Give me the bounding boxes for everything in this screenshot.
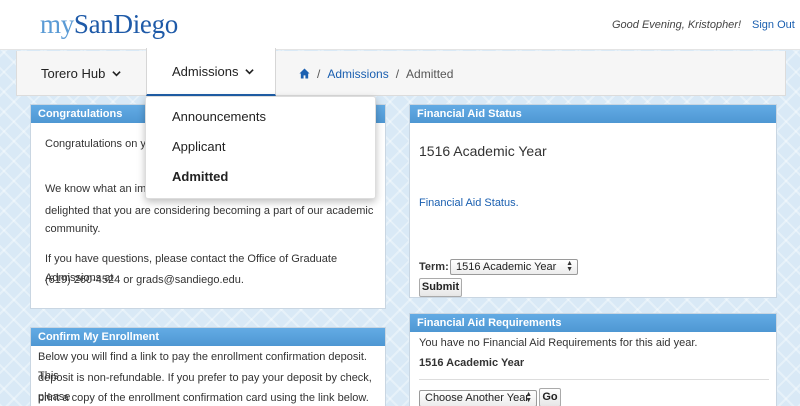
requirements-year: 1516 Academic Year: [419, 357, 525, 369]
choose-year-select-value: Choose Another Year: [425, 392, 529, 404]
congrats-line: Congratulations on you: [45, 138, 159, 150]
admissions-dropdown-menu: Announcements Applicant Admitted: [145, 96, 376, 199]
nav-torero-hub[interactable]: Torero Hub: [41, 51, 121, 96]
main-navbar: Torero Hub Admissions / Admissions / Adm…: [16, 48, 786, 96]
select-arrows-icon: ▲ ▼: [566, 260, 573, 273]
nav-admissions[interactable]: Admissions: [146, 48, 276, 96]
choose-year-select[interactable]: Choose Another Year ▲ ▼: [419, 390, 537, 406]
financial-aid-status-header: Financial Aid Status: [410, 105, 776, 123]
congrats-line: delighted that you are considering becom…: [45, 205, 374, 217]
nav-torero-hub-label: Torero Hub: [41, 66, 106, 81]
nav-admissions-label: Admissions: [172, 63, 239, 79]
top-header: mySanDiego Good Evening, Kristopher! Sig…: [0, 0, 800, 50]
sign-out-link[interactable]: Sign Out: [752, 19, 795, 31]
financial-aid-requirements-header: Financial Aid Requirements: [410, 314, 776, 332]
aid-year-heading: 1516 Academic Year: [419, 143, 547, 159]
confirm-line: print a copy of the enrollment confirmat…: [38, 392, 369, 404]
breadcrumb: / Admissions / Admitted: [299, 51, 453, 96]
congrats-line: community.: [45, 223, 101, 235]
financial-aid-requirements-panel: Financial Aid Requirements You have no F…: [409, 313, 777, 406]
confirm-enrollment-panel: Confirm My Enrollment Below you will fin…: [30, 327, 386, 406]
requirements-message: You have no Financial Aid Requirements f…: [419, 337, 698, 349]
breadcrumb-current: Admitted: [406, 66, 454, 81]
term-select[interactable]: 1516 Academic Year ▲ ▼: [450, 259, 578, 275]
greeting-text: Good Evening, Kristopher!: [612, 19, 742, 31]
breadcrumb-separator: /: [395, 66, 400, 81]
breadcrumb-separator: /: [317, 66, 321, 81]
menu-item-announcements[interactable]: Announcements: [172, 109, 266, 124]
breadcrumb-admissions-link[interactable]: Admissions: [327, 67, 388, 81]
select-arrows-icon: ▲ ▼: [525, 391, 532, 404]
go-button[interactable]: Go: [539, 388, 561, 406]
financial-aid-status-panel: Financial Aid Status 1516 Academic Year …: [409, 104, 777, 298]
term-select-value: 1516 Academic Year: [456, 261, 557, 273]
confirm-enrollment-header: Confirm My Enrollment: [31, 328, 385, 346]
congrats-line: We know what an impo: [45, 183, 159, 195]
term-label: Term:: [419, 261, 449, 273]
chevron-down-icon: [112, 71, 121, 77]
home-icon[interactable]: [299, 68, 310, 79]
submit-button[interactable]: Submit: [419, 278, 462, 297]
logo-sandiego: SanDiego: [73, 9, 178, 39]
congrats-line: (619) 260-4524 or grads@sandiego.edu.: [45, 274, 244, 286]
logo-my: my: [40, 9, 74, 39]
menu-item-applicant[interactable]: Applicant: [172, 139, 225, 154]
divider: [419, 379, 769, 380]
chevron-down-icon: [245, 68, 255, 74]
financial-aid-status-link[interactable]: Financial Aid Status.: [419, 197, 519, 209]
logo[interactable]: mySanDiego: [40, 9, 178, 40]
menu-item-admitted[interactable]: Admitted: [172, 169, 228, 184]
